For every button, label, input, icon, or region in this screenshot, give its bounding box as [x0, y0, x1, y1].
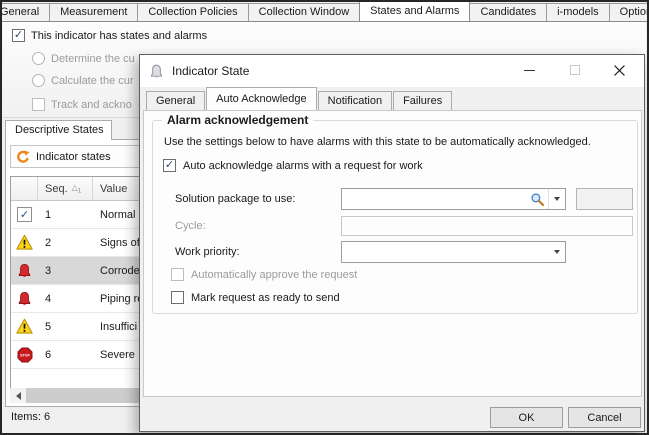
maximize-button[interactable] [552, 55, 597, 85]
state-alarm-bell-icon [17, 291, 32, 307]
icon-column-header[interactable] [11, 177, 38, 200]
auto-approve-checkbox[interactable] [171, 268, 184, 281]
svg-text:STOP: STOP [20, 353, 30, 357]
main-tab-i-models[interactable]: i-models [546, 3, 610, 21]
minimize-button[interactable] [507, 55, 552, 85]
cancel-button[interactable]: Cancel [568, 407, 641, 428]
cycle-label: Cycle: [175, 220, 206, 232]
has-states-label: This indicator has states and alarms [31, 30, 207, 42]
mark-ready-checkbox[interactable] [171, 291, 184, 304]
seq-header-label: Seq. [45, 183, 68, 195]
solution-package-side-button[interactable] [576, 188, 633, 210]
dialog-title-bar[interactable]: Indicator State [140, 55, 644, 87]
alarm-acknowledgement-group: Alarm acknowledgement Use the settings b… [152, 120, 638, 314]
work-priority-label: Work priority: [175, 246, 240, 258]
auto-acknowledge-label: Auto acknowledge alarms with a request f… [183, 160, 423, 172]
mark-ready-label: Mark request as ready to send [191, 292, 340, 304]
minimize-icon [524, 70, 535, 71]
main-tab-bar: General Measurement Collection Policies … [0, 2, 647, 22]
tab-descriptive-states[interactable]: Descriptive States [5, 120, 112, 140]
dialog-tab-failures[interactable]: Failures [393, 91, 452, 110]
cycle-field[interactable] [341, 216, 633, 236]
track-acknowledge-label: Track and ackno [51, 99, 132, 111]
indicator-states-label: Indicator states [36, 151, 111, 163]
items-count: Items: 6 [11, 411, 50, 423]
solution-package-dropdown-button[interactable] [548, 189, 565, 209]
auto-acknowledge-tab-page: Alarm acknowledgement Use the settings b… [143, 110, 642, 397]
track-acknowledge-checkbox[interactable] [32, 98, 45, 111]
determine-current-label: Determine the cu [51, 53, 135, 65]
seq-cell: 2 [38, 229, 93, 256]
determine-current-radio[interactable] [32, 52, 45, 65]
maximize-icon [570, 65, 580, 75]
main-tab-general[interactable]: General [0, 3, 50, 21]
work-priority-combo[interactable] [341, 241, 566, 263]
seq-cell: 4 [38, 285, 93, 312]
seq-cell: 1 [38, 201, 93, 228]
seq-cell: 5 [38, 313, 93, 340]
chevron-down-icon [554, 250, 560, 254]
work-priority-dropdown-button[interactable] [548, 242, 565, 262]
ok-button[interactable]: OK [490, 407, 563, 428]
main-tab-collection-policies[interactable]: Collection Policies [137, 3, 248, 21]
has-states-checkbox[interactable]: ✓ [12, 29, 25, 42]
solution-package-label: Solution package to use: [175, 193, 295, 205]
seq-cell: 6 [38, 341, 93, 368]
main-tab-candidates[interactable]: Candidates [469, 3, 547, 21]
chevron-down-icon [554, 197, 560, 201]
main-tab-options[interactable]: Options [609, 3, 649, 21]
refresh-icon [16, 150, 30, 164]
seq-cell: 3 [38, 257, 93, 284]
close-icon [614, 65, 625, 76]
main-tab-measurement[interactable]: Measurement [49, 3, 138, 21]
indicator-state-dialog: Indicator State General Auto Acknowledge… [139, 54, 645, 432]
dialog-tab-general[interactable]: General [146, 91, 205, 110]
state-alarm-bell-icon [17, 263, 32, 279]
sort-ascending-icon: △1 [72, 183, 82, 195]
dialog-title: Indicator State [172, 64, 249, 78]
state-warning-icon [16, 234, 33, 251]
main-tab-collection-window[interactable]: Collection Window [248, 3, 360, 21]
main-tab-states-and-alarms[interactable]: States and Alarms [359, 0, 470, 21]
scroll-left-arrow-icon[interactable] [10, 388, 26, 403]
auto-acknowledge-checkbox[interactable]: ✓ [163, 159, 176, 172]
state-normal-check-icon: ✓ [17, 207, 32, 222]
solution-package-combo[interactable] [341, 188, 566, 210]
state-warning-icon [16, 318, 33, 335]
app-window: General Measurement Collection Policies … [0, 0, 649, 435]
dialog-tab-notification[interactable]: Notification [318, 91, 392, 110]
close-button[interactable] [597, 55, 642, 85]
auto-approve-label: Automatically approve the request [191, 269, 357, 281]
indicator-state-icon [149, 64, 164, 79]
window-controls [507, 55, 642, 87]
group-title: Alarm acknowledgement [162, 113, 313, 127]
value-header-label: Value [100, 183, 127, 195]
dialog-tab-auto-acknowledge[interactable]: Auto Acknowledge [206, 87, 317, 110]
calculate-current-radio[interactable] [32, 74, 45, 87]
group-description: Use the settings below to have alarms wi… [164, 136, 591, 148]
seq-column-header[interactable]: Seq. △1 [38, 177, 93, 200]
state-stop-icon: STOP [17, 347, 33, 363]
dialog-tab-bar: General Auto Acknowledge Notification Fa… [146, 87, 644, 110]
calculate-current-label: Calculate the cur [51, 75, 134, 87]
search-icon [530, 192, 545, 207]
